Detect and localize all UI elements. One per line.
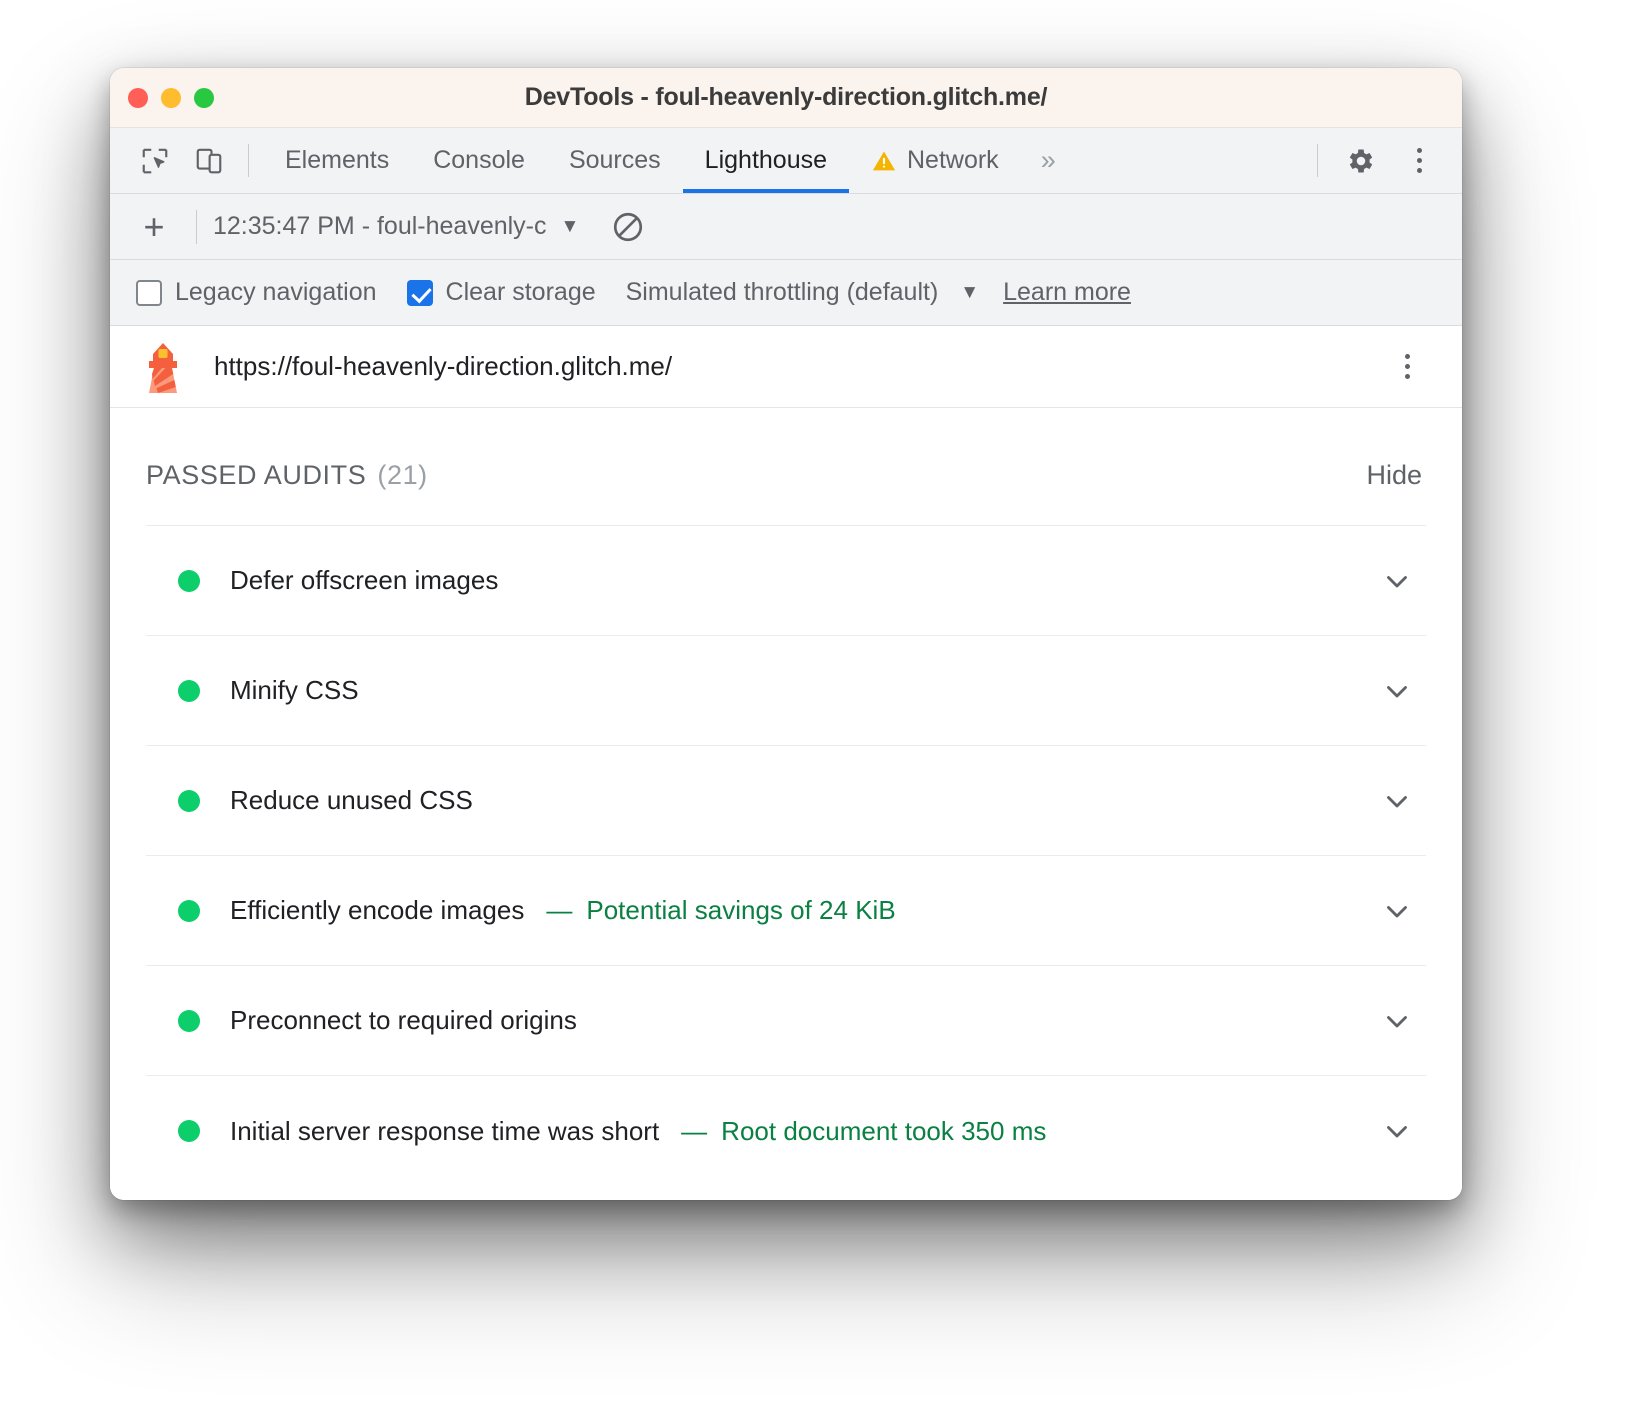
gear-icon[interactable]: [1332, 128, 1390, 193]
tab-lighthouse[interactable]: Lighthouse: [683, 128, 849, 193]
audit-title: Preconnect to required origins: [230, 1005, 577, 1036]
chevron-down-icon: ▼: [960, 283, 979, 302]
window-controls: [128, 88, 214, 108]
new-report-button[interactable]: +: [128, 201, 180, 253]
table-row[interactable]: Reduce unused CSS: [146, 746, 1426, 856]
pass-status-icon: [178, 1120, 200, 1142]
report-header: https://foul-heavenly-direction.glitch.m…: [110, 326, 1462, 408]
pass-status-icon: [178, 900, 200, 922]
tab-sources-label: Sources: [569, 146, 661, 175]
hide-toggle-button[interactable]: Hide: [1366, 460, 1422, 491]
report-url: https://foul-heavenly-direction.glitch.m…: [214, 351, 672, 382]
close-button[interactable]: [128, 88, 148, 108]
clear-all-icon[interactable]: [605, 204, 651, 250]
report-selector[interactable]: 12:35:47 PM - foul-heavenly-c ▼: [213, 212, 579, 241]
passed-audits-title: PASSED AUDITS: [146, 460, 366, 491]
more-tabs-icon[interactable]: »: [1021, 128, 1076, 193]
tab-console[interactable]: Console: [411, 128, 547, 193]
audit-title: Initial server response time was short: [230, 1116, 659, 1147]
tab-network-label: Network: [907, 146, 999, 175]
window-title: DevTools - foul-heavenly-direction.glitc…: [110, 83, 1462, 112]
clear-storage-box: [407, 280, 433, 306]
pass-status-icon: [178, 680, 200, 702]
table-row[interactable]: Preconnect to required origins: [146, 966, 1426, 1076]
desktop-backdrop: DevTools - foul-heavenly-direction.glitc…: [0, 0, 1644, 1408]
pass-status-icon: [178, 570, 200, 592]
table-row[interactable]: Defer offscreen images: [146, 526, 1426, 636]
lighthouse-icon: [140, 341, 186, 393]
report-selector-label: 12:35:47 PM - foul-heavenly-c: [213, 212, 547, 241]
tabbar-right-divider: [1317, 144, 1318, 177]
zoom-button[interactable]: [194, 88, 214, 108]
learn-more-link[interactable]: Learn more: [1003, 278, 1131, 307]
table-row[interactable]: Efficiently encode images — Potential sav…: [146, 856, 1426, 966]
tab-network[interactable]: Network: [849, 128, 1021, 193]
tabbar-divider: [248, 144, 249, 177]
chevron-down-icon: ▼: [561, 217, 580, 236]
window-titlebar: DevTools - foul-heavenly-direction.glitc…: [110, 68, 1462, 128]
audit-detail: — Potential savings of 24 KiB: [546, 895, 895, 926]
chevron-down-icon[interactable]: [1380, 894, 1414, 928]
device-toolbar-icon[interactable]: [182, 128, 236, 193]
pass-status-icon: [178, 790, 200, 812]
audit-list: Defer offscreen images Minify CSS: [146, 525, 1426, 1186]
passed-audits-header: PASSED AUDITS (21) Hide: [138, 408, 1434, 525]
runbar-divider: [196, 210, 197, 244]
tabbar-spacer: [1076, 128, 1305, 193]
legacy-navigation-label: Legacy navigation: [175, 278, 377, 307]
lighthouse-options-bar: Legacy navigation Clear storage Simulate…: [110, 260, 1462, 326]
tab-lighthouse-label: Lighthouse: [705, 146, 827, 175]
audit-detail-dash: —: [546, 895, 572, 925]
warning-triangle-icon: [871, 148, 897, 174]
tabbar-right-tools: [1305, 128, 1448, 193]
chevron-down-icon[interactable]: [1380, 564, 1414, 598]
clear-storage-label: Clear storage: [446, 278, 596, 307]
audit-title: Defer offscreen images: [230, 565, 498, 596]
audit-detail: — Root document took 350 ms: [681, 1116, 1046, 1147]
tab-elements-label: Elements: [285, 146, 389, 175]
throttling-label: Simulated throttling (default): [626, 278, 939, 307]
pass-status-icon: [178, 1010, 200, 1032]
new-report-label: +: [143, 209, 164, 245]
table-row[interactable]: Initial server response time was short —…: [146, 1076, 1426, 1186]
clear-storage-checkbox[interactable]: Clear storage: [407, 278, 596, 307]
chevron-down-icon[interactable]: [1380, 674, 1414, 708]
audit-title: Efficiently encode images: [230, 895, 524, 926]
more-vertical-dots: [1417, 148, 1422, 173]
legacy-navigation-box: [136, 280, 162, 306]
chevron-down-icon[interactable]: [1380, 1004, 1414, 1038]
audit-title: Reduce unused CSS: [230, 785, 473, 816]
chevron-down-icon[interactable]: [1380, 1114, 1414, 1148]
tab-console-label: Console: [433, 146, 525, 175]
devtools-tabbar: Elements Console Sources Lighthouse: [110, 128, 1462, 194]
minimize-button[interactable]: [161, 88, 181, 108]
lighthouse-runbar: + 12:35:47 PM - foul-heavenly-c ▼: [110, 194, 1462, 260]
table-row[interactable]: Minify CSS: [146, 636, 1426, 746]
throttling-select[interactable]: Simulated throttling (default) ▼: [626, 278, 979, 307]
audit-detail-dash: —: [681, 1116, 707, 1146]
more-tabs-label: »: [1041, 145, 1056, 176]
inspect-element-icon[interactable]: [128, 128, 182, 193]
tab-elements[interactable]: Elements: [263, 128, 411, 193]
audit-detail-text: Potential savings of 24 KiB: [586, 895, 895, 925]
audit-detail-text: Root document took 350 ms: [721, 1116, 1046, 1146]
lighthouse-report-body: PASSED AUDITS (21) Hide Defer offscreen …: [110, 408, 1462, 1200]
report-more-dots: [1405, 354, 1410, 379]
more-vertical-icon[interactable]: [1390, 128, 1448, 193]
tab-sources[interactable]: Sources: [547, 128, 683, 193]
chevron-down-icon[interactable]: [1380, 784, 1414, 818]
devtools-window: DevTools - foul-heavenly-direction.glitc…: [110, 68, 1462, 1200]
panel-tabs: Elements Console Sources Lighthouse: [263, 128, 1021, 193]
legacy-navigation-checkbox[interactable]: Legacy navigation: [136, 278, 377, 307]
passed-audits-count: (21): [377, 460, 427, 491]
report-more-vertical-icon[interactable]: [1380, 354, 1434, 379]
audit-title: Minify CSS: [230, 675, 359, 706]
